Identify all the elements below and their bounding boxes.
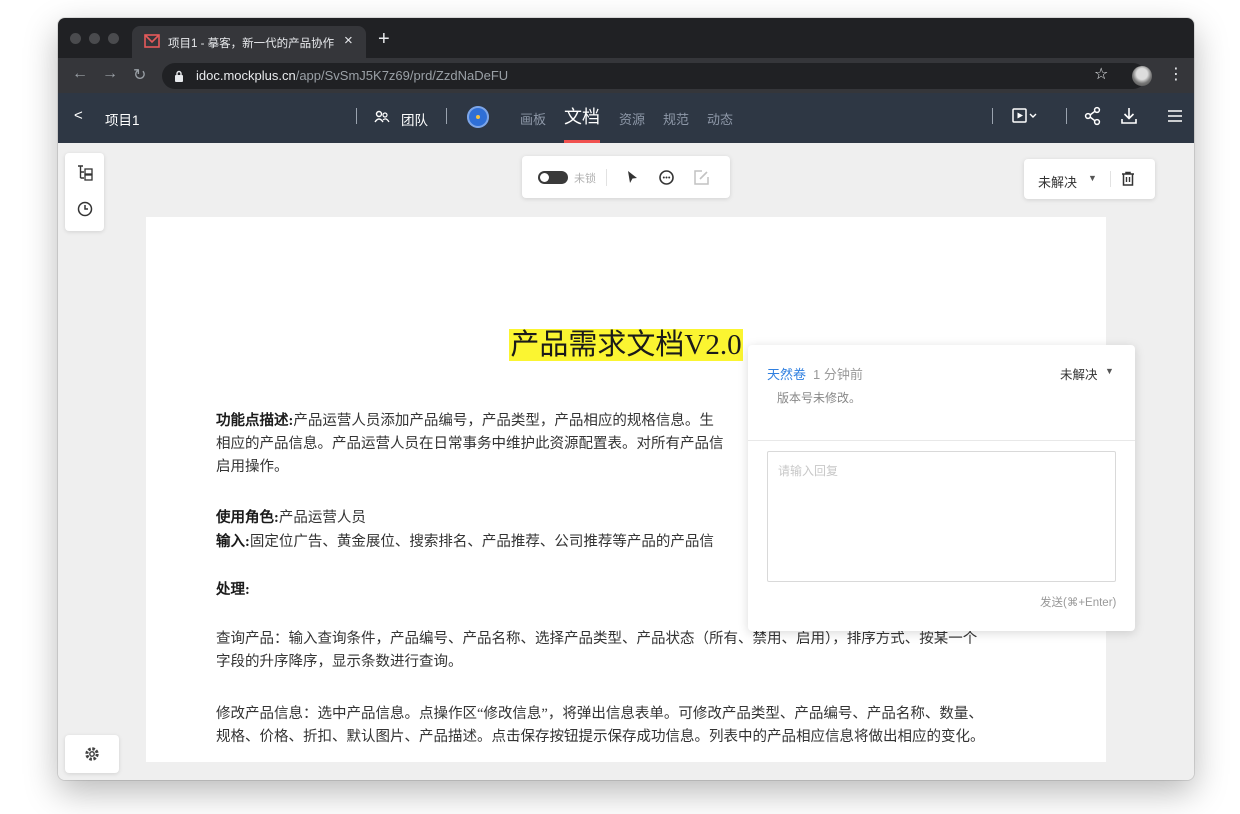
tab-artboard[interactable]: 画板	[520, 109, 546, 128]
comment-icon[interactable]	[658, 169, 675, 186]
minimize-window-button[interactable]	[89, 33, 100, 44]
browser-window: 项目1 - 摹客，新一代的产品协作 × + ← → ↻ idoc.mockplu…	[58, 18, 1194, 780]
paragraph-line: 字段的升序降序，显示条数进行查询。	[216, 654, 463, 670]
edit-note-icon[interactable]	[693, 169, 710, 186]
header-divider	[1066, 108, 1067, 124]
left-toolbar	[65, 153, 104, 231]
bookmark-star-icon[interactable]: ☆	[1094, 64, 1108, 84]
trash-icon[interactable]	[1121, 171, 1135, 186]
document-title-text: 产品需求文档V2.0	[509, 329, 743, 361]
lock-icon	[175, 70, 183, 82]
paragraph-line: 固定位广告、黄金展位、搜索排名、产品推荐、公司推荐等产品的产品信	[249, 534, 714, 550]
paragraph-lead: 输入:	[216, 534, 250, 550]
preview-play-icon[interactable]	[1012, 106, 1038, 128]
tab-title: 项目1 - 摹客，新一代的产品协作	[168, 38, 335, 50]
outline-tree-icon[interactable]	[76, 164, 94, 181]
chevron-down-icon[interactable]: ▼	[1105, 366, 1114, 376]
paragraph-line: 查询产品：输入查询条件，产品编号、产品名称、选择产品类型、产品状态（所有、禁用、…	[216, 631, 978, 647]
comment-author[interactable]: 天然卷	[767, 364, 806, 383]
browser-tab-strip: 项目1 - 摹客，新一代的产品协作 × +	[58, 18, 1194, 58]
browser-tab[interactable]: 项目1 - 摹客，新一代的产品协作 ×	[132, 26, 366, 58]
comment-panel: 天然卷 1 分钟前 未解决 ▼ 版本号未修改。 发送(⌘+Enter)	[748, 345, 1135, 631]
maximize-window-button[interactable]	[108, 33, 119, 44]
settings-button[interactable]	[65, 735, 119, 773]
header-divider	[446, 108, 447, 124]
share-icon[interactable]	[1084, 106, 1102, 126]
pointer-cursor-icon[interactable]	[626, 170, 638, 185]
lock-toggle[interactable]	[538, 171, 568, 184]
send-reply-button[interactable]: 发送(⌘+Enter)	[1040, 594, 1116, 610]
team-icon[interactable]	[374, 110, 390, 124]
comment-time: 1 分钟前	[813, 367, 863, 382]
gear-icon	[85, 747, 99, 761]
paragraph-line: 规格、价格、折扣、默认图片、产品描述。点击保存按钮提示保存成功信息。列表中的产品…	[216, 729, 985, 745]
lock-label: 未锁	[574, 173, 596, 185]
doc-paragraph-query: 查询产品：输入查询条件，产品编号、产品名称、选择产品类型、产品状态（所有、禁用、…	[216, 628, 1041, 674]
comment-body: 版本号未修改。	[777, 391, 862, 405]
workspace: 未锁 未解决 ▼ 产品需求文档V2.0 功能点描述:产品运营人员添加产品编号，产…	[58, 143, 1194, 780]
status-divider	[1110, 171, 1111, 187]
new-tab-button[interactable]: +	[378, 29, 390, 49]
comment-status-dropdown[interactable]: 未解决	[1060, 364, 1098, 383]
header-divider	[356, 108, 357, 124]
paragraph-line: 产品运营人员	[278, 510, 366, 526]
mockplus-favicon-icon	[144, 34, 160, 48]
reload-icon[interactable]: ↻	[133, 65, 146, 85]
address-bar: ← → ↻ idoc.mockplus.cn/app/SvSmJ5K7z69/p…	[58, 58, 1194, 93]
comment-divider	[748, 440, 1135, 441]
header-divider	[992, 108, 993, 124]
team-label[interactable]: 团队	[401, 109, 428, 129]
chevron-down-icon[interactable]: ▼	[1088, 173, 1097, 183]
profile-avatar[interactable]	[1132, 66, 1152, 86]
reply-input[interactable]	[767, 451, 1116, 582]
tab-activity[interactable]: 动态	[707, 109, 733, 128]
url-host: idoc.mockplus.cn	[196, 68, 296, 83]
forward-arrow-icon[interactable]: →	[102, 65, 118, 83]
url-text: idoc.mockplus.cn/app/SvSmJ5K7z69/prd/Zzd…	[196, 68, 508, 83]
tab-close-icon[interactable]: ×	[344, 32, 353, 50]
close-window-button[interactable]	[70, 33, 81, 44]
back-chevron-icon[interactable]: <	[74, 107, 83, 124]
url-input[interactable]: idoc.mockplus.cn/app/SvSmJ5K7z69/prd/Zzd…	[162, 63, 1146, 89]
url-path: /app/SvSmJ5K7z69/prd/ZzdNaDeFU	[295, 68, 509, 83]
history-clock-icon[interactable]	[76, 200, 94, 218]
project-name[interactable]: 项目1	[105, 109, 140, 129]
tab-document[interactable]: 文档	[564, 103, 600, 129]
app-header: < 项目1 团队 画板 文档 资源 规范 动态	[58, 93, 1194, 143]
back-arrow-icon[interactable]: ←	[72, 65, 88, 83]
paragraph-line: 相应的产品信息。产品运营人员在日常事务中维护此资源配置表。对所有产品信	[216, 436, 724, 452]
toolbar-divider	[606, 169, 607, 186]
status-filter: 未解决 ▼	[1024, 159, 1155, 199]
paragraph-lead: 使用角色:	[216, 510, 279, 526]
paragraph-lead: 功能点描述:	[216, 413, 294, 429]
paragraph-lead: 处理:	[216, 582, 250, 598]
menu-icon[interactable]	[1166, 106, 1184, 126]
tab-specs[interactable]: 规范	[663, 109, 689, 128]
user-avatar[interactable]	[467, 106, 489, 128]
tab-resources[interactable]: 资源	[619, 109, 645, 128]
paragraph-line: 修改产品信息：选中产品信息。点操作区“修改信息”，将弹出信息表单。可修改产品类型…	[216, 706, 983, 722]
annotation-toolbar: 未锁	[522, 156, 730, 198]
doc-paragraph-modify: 修改产品信息：选中产品信息。点操作区“修改信息”，将弹出信息表单。可修改产品类型…	[216, 703, 1041, 749]
browser-menu-icon[interactable]: ⋮	[1168, 64, 1184, 84]
status-filter-label[interactable]: 未解决	[1038, 172, 1077, 191]
download-icon[interactable]	[1120, 106, 1138, 126]
paragraph-line: 启用操作。	[216, 459, 289, 475]
paragraph-line: 产品运营人员添加产品编号，产品类型，产品相应的规格信息。生	[293, 413, 714, 429]
